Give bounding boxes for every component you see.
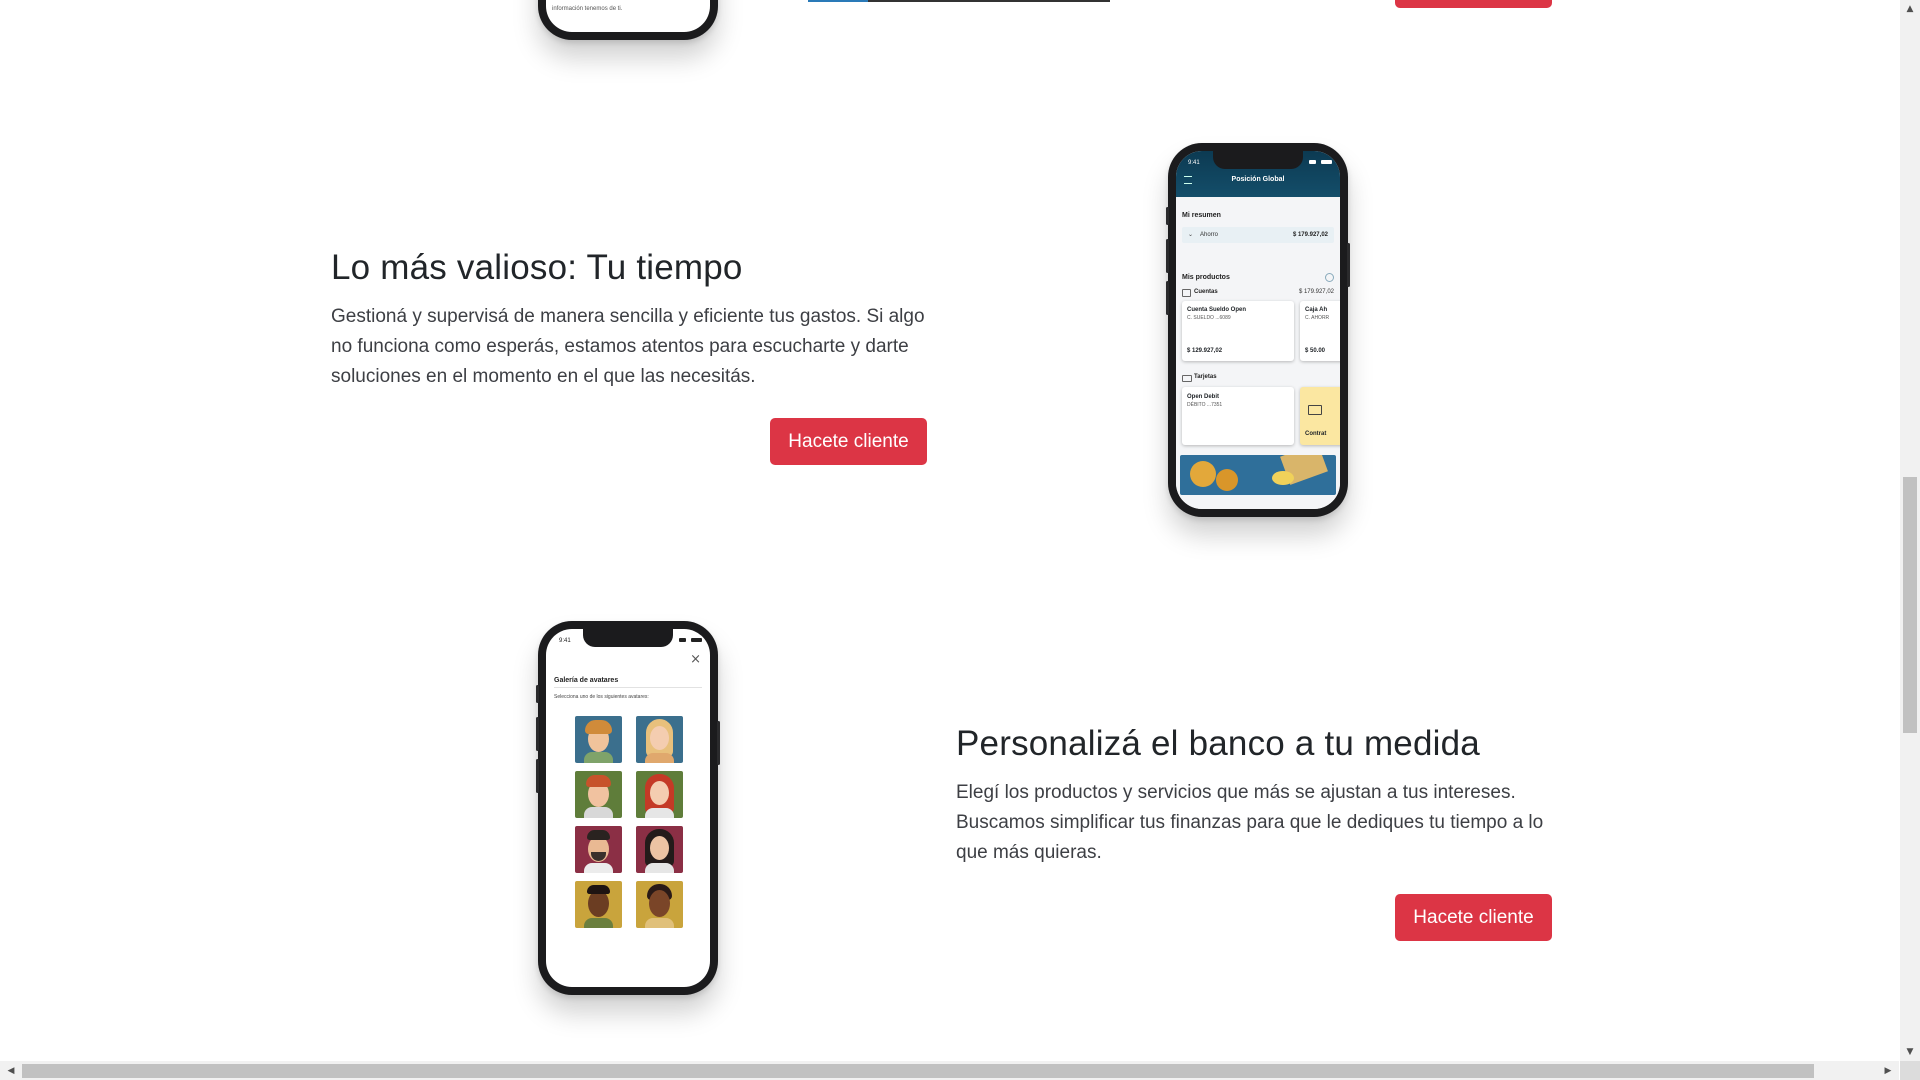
phone-mockup-avatares: 9:41 × Galería de avatares Selecciona un… bbox=[536, 621, 720, 995]
phone-side-button bbox=[536, 759, 539, 793]
settings-icon[interactable] bbox=[1325, 273, 1334, 282]
summary-item: Ahorro bbox=[1200, 232, 1219, 238]
phone-mockup-top: información tenemos de ti. bbox=[538, 0, 718, 40]
progress-line bbox=[808, 0, 1110, 2]
battery-icon bbox=[691, 638, 702, 642]
page: información tenemos de ti. Lo más valios… bbox=[0, 0, 1899, 1061]
close-icon[interactable]: × bbox=[690, 653, 701, 666]
gallery-subtitle: Selecciona uno de los siguientes avatare… bbox=[554, 694, 649, 700]
vertical-scrollbar-thumb[interactable] bbox=[1903, 477, 1917, 733]
status-time: 9:41 bbox=[1188, 160, 1200, 166]
account-amount: $ 50.00 bbox=[1305, 348, 1326, 354]
accounts-icon bbox=[1182, 289, 1191, 297]
battery-icon bbox=[1321, 160, 1332, 164]
horizontal-scrollbar-thumb[interactable] bbox=[22, 1064, 1814, 1078]
phone-top-text: información tenemos de ti. bbox=[552, 6, 623, 12]
horizontal-scrollbar[interactable]: ◀ ▶ bbox=[0, 1061, 1899, 1080]
avatar-option[interactable] bbox=[636, 881, 683, 928]
cards-label: Tarjetas bbox=[1194, 374, 1217, 380]
phone-notch bbox=[1213, 151, 1303, 169]
cards-icon bbox=[1182, 375, 1192, 382]
phone-side-button bbox=[717, 721, 720, 765]
contract-label: Contrat bbox=[1305, 431, 1327, 437]
hacete-cliente-button[interactable]: Hacete cliente bbox=[770, 418, 927, 465]
phone-side-button bbox=[1347, 243, 1350, 287]
card-sub: DÉBITO ...7351 bbox=[1187, 402, 1223, 408]
account-sub: C. SUELDO ...6089 bbox=[1187, 315, 1231, 321]
scroll-right-arrow-icon[interactable]: ▶ bbox=[1879, 1062, 1897, 1080]
scroll-up-arrow-icon[interactable]: ▲ bbox=[1901, 0, 1919, 18]
account-card[interactable]: Caja Ah C. AHORR $ 50.00 bbox=[1300, 301, 1340, 361]
avatar-option[interactable] bbox=[636, 826, 683, 873]
phone-mockup-posicion-global: 9:41 Posición Global Mi resumen ⌄ Ahorro… bbox=[1166, 143, 1350, 517]
summary-row[interactable]: ⌄ Ahorro $ 179.927,02 bbox=[1182, 227, 1334, 243]
debit-card[interactable]: Open Debit DÉBITO ...7351 bbox=[1182, 387, 1294, 445]
promo-image bbox=[1180, 455, 1336, 495]
phone-side-button bbox=[1166, 281, 1169, 315]
divider bbox=[554, 687, 702, 688]
summary-title: Mi resumen bbox=[1182, 212, 1221, 219]
hacete-cliente-button[interactable]: Hacete cliente bbox=[1395, 894, 1552, 941]
phone-screen: 9:41 × Galería de avatares Selecciona un… bbox=[546, 629, 710, 987]
credit-card-icon bbox=[1308, 405, 1322, 415]
app-header-title: Posición Global bbox=[1231, 176, 1285, 183]
section-title-personaliza: Personalizá el banco a tu medida bbox=[956, 724, 1480, 763]
phone-screen: información tenemos de ti. bbox=[546, 0, 710, 32]
avatar-option[interactable] bbox=[636, 716, 683, 763]
scrollbar-corner bbox=[1900, 1061, 1920, 1080]
avatar-option[interactable] bbox=[575, 826, 622, 873]
section-description-personaliza: Elegí los productos y servicios que más … bbox=[956, 782, 1544, 863]
phone-notch bbox=[583, 629, 673, 647]
status-time: 9:41 bbox=[559, 638, 571, 644]
scroll-down-arrow-icon[interactable]: ▼ bbox=[1901, 1043, 1919, 1061]
phone-side-button bbox=[536, 685, 539, 703]
scroll-left-arrow-icon[interactable]: ◀ bbox=[2, 1062, 20, 1080]
accounts-amount: $ 179.927,02 bbox=[1298, 289, 1334, 295]
phone-side-button bbox=[536, 717, 539, 751]
gallery-title: Galería de avatares bbox=[554, 677, 619, 684]
section-description-tiempo: Gestioná y supervisá de manera sencilla … bbox=[331, 306, 925, 387]
avatar-option[interactable] bbox=[575, 771, 622, 818]
contract-card[interactable]: Contrat bbox=[1300, 387, 1340, 445]
chevron-down-icon: ⌄ bbox=[1188, 232, 1194, 238]
app-body: Mi resumen ⌄ Ahorro $ 179.927,02 Mis pro… bbox=[1176, 197, 1340, 509]
progress-line-fill bbox=[808, 0, 868, 2]
products-title: Mis productos bbox=[1182, 274, 1230, 281]
orange-shape bbox=[1216, 469, 1238, 491]
account-sub: C. AHORR bbox=[1305, 315, 1330, 321]
orange-shape bbox=[1190, 461, 1216, 487]
phone-screen: 9:41 Posición Global Mi resumen ⌄ Ahorro… bbox=[1176, 151, 1340, 509]
avatar-option[interactable] bbox=[575, 881, 622, 928]
section-title-tiempo: Lo más valioso: Tu tiempo bbox=[331, 248, 743, 287]
avatar-option[interactable] bbox=[636, 771, 683, 818]
lemon-shape bbox=[1272, 471, 1294, 485]
cta-button-top-partial[interactable] bbox=[1395, 0, 1552, 8]
avatar-option[interactable] bbox=[575, 716, 622, 763]
vertical-scrollbar[interactable]: ▲ ▼ bbox=[1900, 0, 1920, 1061]
accounts-label: Cuentas bbox=[1194, 289, 1218, 295]
account-card[interactable]: Cuenta Sueldo Open C. SUELDO ...6089 $ 1… bbox=[1182, 301, 1294, 361]
signal-icon bbox=[679, 638, 686, 642]
phone-side-button bbox=[1166, 239, 1169, 273]
signal-icon bbox=[1309, 160, 1316, 164]
phone-side-button bbox=[1166, 207, 1169, 225]
account-amount: $ 129.927,02 bbox=[1187, 348, 1223, 354]
summary-amount: $ 179.927,02 bbox=[1292, 232, 1328, 238]
